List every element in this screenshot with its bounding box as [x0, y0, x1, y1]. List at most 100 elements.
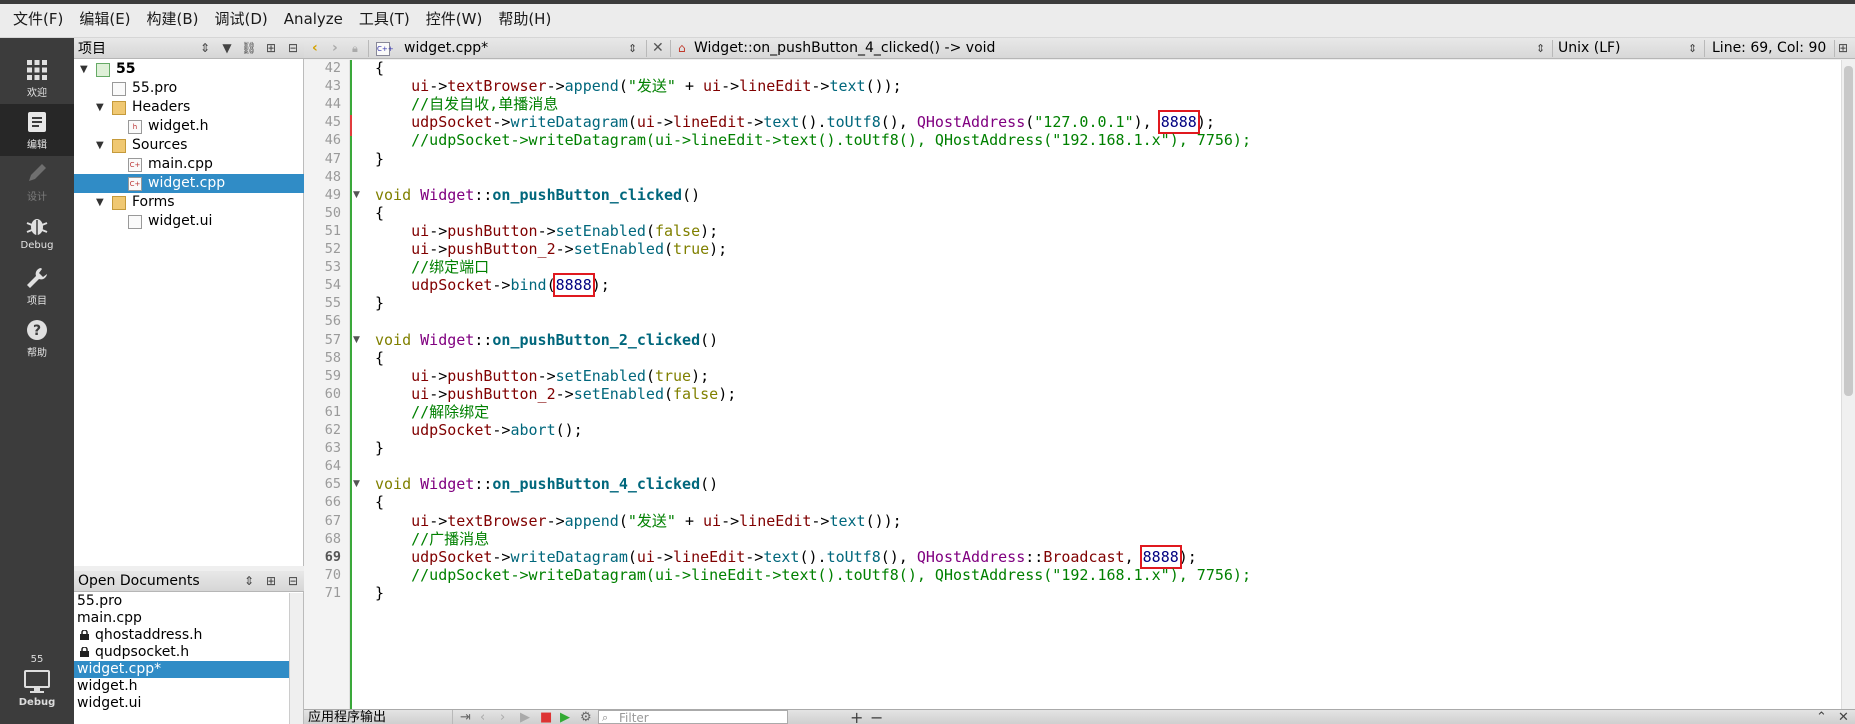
- open-documents-pane: Open Documents ⇕ ⊞ ⊟ 55.pro main.cpp qhost…: [74, 571, 304, 724]
- tree-item-widget-h[interactable]: h widget.h: [74, 117, 304, 136]
- close-output-icon[interactable]: ✕: [1838, 711, 1849, 724]
- editor-scrollbar[interactable]: [1841, 60, 1855, 709]
- tree-item-widget-ui[interactable]: widget.ui: [74, 212, 304, 231]
- run-icon[interactable]: ▶: [520, 711, 530, 724]
- mode-design[interactable]: 设计: [0, 156, 74, 208]
- expand-arrow-icon[interactable]: ▼: [96, 136, 104, 155]
- view-switch-icon[interactable]: ⇕: [194, 41, 216, 55]
- open-document-item[interactable]: qhostaddress.h: [74, 627, 289, 644]
- split-editor-icon[interactable]: ⊞: [1838, 38, 1848, 59]
- line-ending-dropdown-icon[interactable]: ⇕: [1688, 38, 1697, 59]
- code-token: //广播消息: [411, 529, 490, 548]
- code-token: ui: [411, 221, 430, 240]
- mode-help[interactable]: ? 帮助: [0, 312, 74, 364]
- code-editor[interactable]: 42 43 44 45 46 47 48 49 50 51 52 53 54 55 56 57 58 59 60 61…: [304, 59, 1855, 709]
- code-token: ::: [474, 185, 493, 204]
- current-file-name[interactable]: widget.cpp*: [404, 38, 488, 59]
- mode-debug[interactable]: Debug: [0, 208, 74, 260]
- expand-arrow-icon[interactable]: ▼: [96, 98, 104, 117]
- tree-item-main-cpp[interactable]: C+ main.cpp: [74, 155, 304, 174]
- open-document-item[interactable]: 55.pro: [74, 593, 289, 610]
- mode-projects[interactable]: 项目: [0, 260, 74, 312]
- tree-item-forms[interactable]: ▼ Forms: [74, 193, 304, 212]
- open-document-item[interactable]: widget.h: [74, 678, 289, 695]
- cursor-position[interactable]: Line: 69, Col: 90: [1712, 38, 1826, 59]
- open-documents-scrollbar[interactable]: [289, 593, 303, 724]
- open-document-item[interactable]: widget.ui: [74, 695, 289, 712]
- menu-tools[interactable]: 工具(T): [358, 6, 411, 31]
- tree-item-55[interactable]: ▼ 55: [74, 60, 304, 79]
- tree-item-widget-cpp[interactable]: C+ widget.cpp: [74, 174, 304, 193]
- help-icon: ?: [27, 320, 47, 340]
- code-token: ->: [546, 511, 565, 530]
- code-line: }: [375, 293, 384, 314]
- code-token: udpSocket: [411, 547, 493, 566]
- view-switch-icon[interactable]: ⇕: [238, 574, 260, 588]
- code-token: ().: [799, 547, 827, 566]
- form-icon: [128, 215, 142, 229]
- open-document-item[interactable]: qudpsocket.h: [74, 644, 289, 661]
- tree-item-headers[interactable]: ▼ Headers: [74, 98, 304, 117]
- menu-debug[interactable]: 调试(D): [214, 6, 269, 31]
- close-pane-icon[interactable]: ⊟: [282, 41, 304, 55]
- code-token: //udpSocket->writeDatagram(ui->lineEdit-…: [411, 131, 1251, 150]
- back-icon[interactable]: ‹: [312, 38, 318, 59]
- settings-icon[interactable]: ⚙: [580, 711, 592, 724]
- line-ending-selector[interactable]: Unix (LF): [1558, 38, 1621, 59]
- code-token: ::: [1025, 547, 1044, 566]
- output-filter-input[interactable]: Filter: [598, 710, 788, 724]
- code-token: );: [1196, 113, 1215, 132]
- zoom-out-icon[interactable]: −: [870, 710, 883, 724]
- stop-icon[interactable]: ■: [540, 711, 552, 724]
- tree-item-label: Headers: [132, 99, 191, 115]
- kit-selector[interactable]: 55 Debug: [0, 652, 74, 724]
- tree-item-55-pro[interactable]: 55.pro: [74, 79, 304, 98]
- zoom-in-icon[interactable]: +: [850, 710, 863, 724]
- link-icon[interactable]: ⛓: [238, 41, 260, 55]
- prev-icon[interactable]: ‹: [480, 711, 485, 724]
- code-token: ->: [654, 547, 674, 566]
- file-dropdown-icon[interactable]: ⇕: [628, 38, 637, 59]
- menu-widgets[interactable]: 控件(W): [425, 6, 484, 31]
- expand-arrow-icon[interactable]: ▼: [96, 193, 104, 212]
- menu-help[interactable]: 帮助(H): [497, 6, 552, 31]
- split-icon[interactable]: ⊞: [260, 574, 282, 588]
- mode-welcome[interactable]: 欢迎: [0, 52, 74, 104]
- fold-toggle-icon[interactable]: ▼: [353, 474, 360, 495]
- attach-icon[interactable]: ⇥: [460, 711, 471, 724]
- symbol-dropdown-icon[interactable]: ⇕: [1536, 38, 1545, 59]
- menu-edit[interactable]: 编辑(E): [78, 6, 131, 31]
- tree-item-sources[interactable]: ▼ Sources: [74, 136, 304, 155]
- menu-analyze[interactable]: Analyze: [283, 8, 344, 30]
- menu-build[interactable]: 构建(B): [146, 6, 200, 31]
- split-icon[interactable]: ⊞: [260, 41, 282, 55]
- close-document-icon[interactable]: ✕: [652, 38, 664, 59]
- grid-icon: [27, 60, 47, 80]
- mode-edit[interactable]: 编辑: [0, 104, 74, 156]
- current-symbol[interactable]: Widget::on_pushButton_4_clicked() -> voi…: [694, 38, 995, 59]
- open-document-item[interactable]: main.cpp: [74, 610, 289, 627]
- code-token: setEnabled: [573, 384, 664, 403]
- menu-file[interactable]: 文件(F): [12, 6, 64, 31]
- code-line: void Widget::on_pushButton_clicked(): [375, 185, 700, 206]
- close-pane-icon[interactable]: ⊟: [282, 574, 304, 588]
- open-document-item[interactable]: widget.cpp*: [74, 661, 289, 678]
- code-token: text: [829, 77, 866, 96]
- filter-icon[interactable]: ▼: [216, 41, 238, 55]
- fold-toggle-icon[interactable]: ▼: [353, 185, 360, 206]
- expand-arrow-icon[interactable]: ▼: [80, 60, 88, 79]
- code-token: ().: [799, 113, 827, 132]
- tree-item-label: Forms: [132, 194, 175, 210]
- next-icon[interactable]: ›: [500, 711, 505, 724]
- code-token: ),: [1133, 113, 1161, 132]
- code-token: {: [375, 348, 385, 367]
- code-line: void Widget::on_pushButton_4_clicked(): [375, 474, 718, 495]
- editor-scrollbar-thumb[interactable]: [1844, 66, 1853, 396]
- mode-label: 帮助: [27, 348, 47, 359]
- forward-icon[interactable]: ›: [332, 38, 338, 59]
- debug-run-icon[interactable]: ▶: [560, 711, 570, 724]
- tree-item-label: widget.ui: [148, 213, 213, 229]
- maximize-pane-icon[interactable]: ⌃: [1816, 711, 1827, 724]
- fold-toggle-icon[interactable]: ▼: [353, 330, 360, 351]
